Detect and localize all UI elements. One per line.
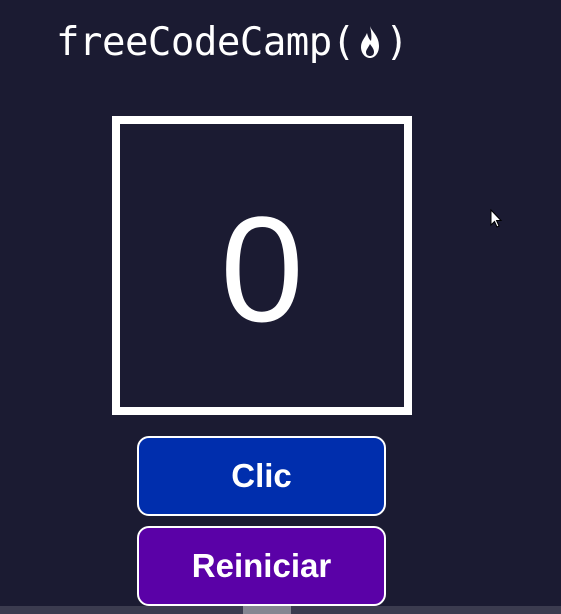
counter-value: 0 <box>220 184 304 353</box>
scrollbar-thumb[interactable] <box>243 606 291 614</box>
flame-icon <box>357 24 383 60</box>
horizontal-scrollbar[interactable] <box>0 606 561 614</box>
freecodecamp-logo[interactable]: freeCodeCamp ( ) <box>56 16 409 68</box>
logo-text: freeCodeCamp <box>56 19 332 65</box>
mouse-cursor-icon <box>490 208 504 229</box>
logo-open-paren: ( <box>331 19 356 65</box>
click-button[interactable]: Clic <box>137 436 386 516</box>
app-page: freeCodeCamp ( ) 0 Clic Reiniciar <box>0 0 561 614</box>
counter-display: 0 <box>112 116 412 415</box>
reset-button[interactable]: Reiniciar <box>137 526 386 606</box>
logo-close-paren: ) <box>385 19 409 65</box>
